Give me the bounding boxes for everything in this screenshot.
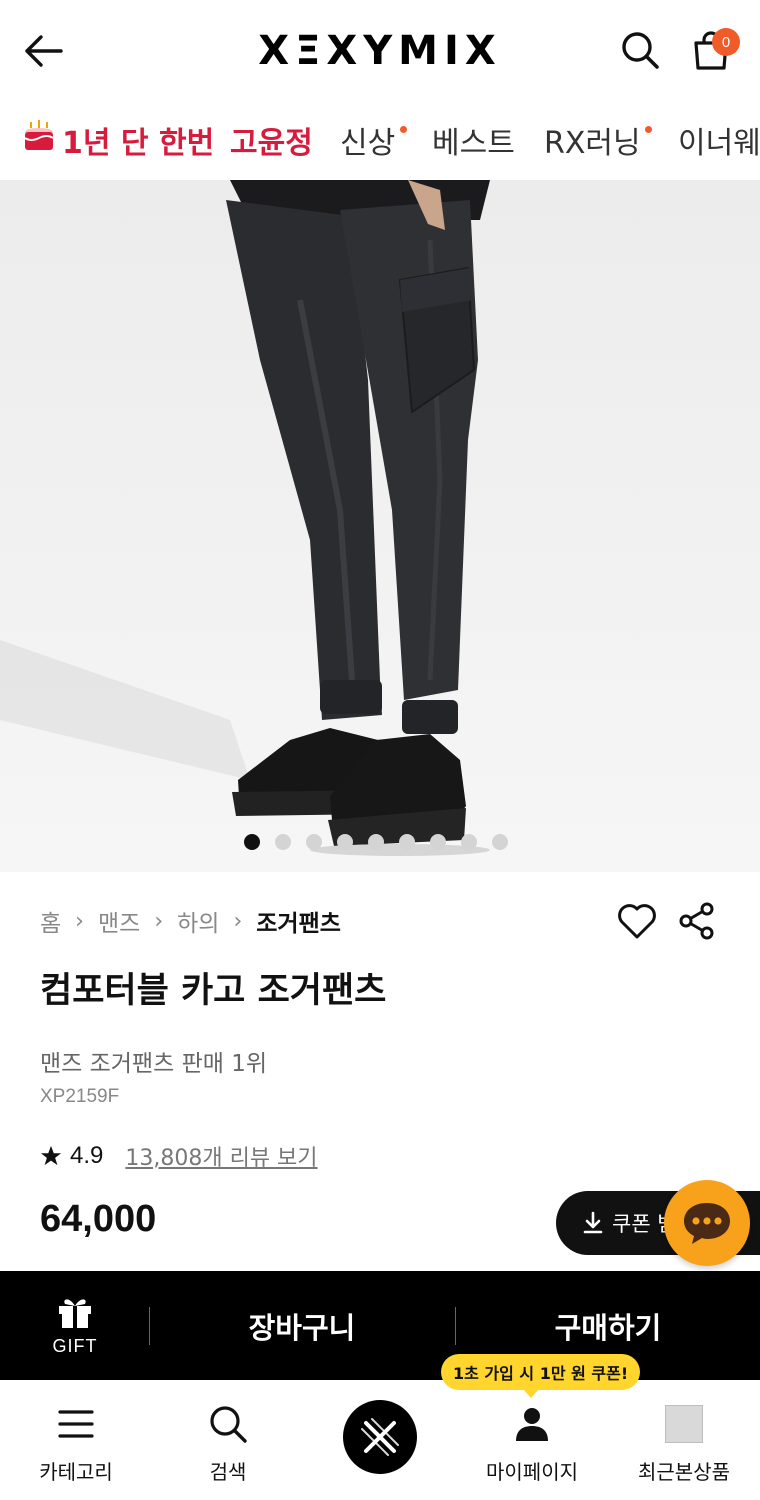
wishlist-button[interactable]: [616, 900, 658, 942]
rating-score: 4.9: [70, 1142, 104, 1169]
chevron-right-icon: ›: [154, 908, 164, 934]
chat-button[interactable]: [664, 1180, 750, 1266]
category-nav: 1년 단 한번 고윤정 신상 베스트 RX러닝 이너웨어: [0, 100, 760, 180]
tab-new[interactable]: 신상: [340, 118, 395, 162]
gallery-pagination: [244, 834, 508, 852]
home-logo-button[interactable]: [343, 1400, 417, 1474]
tab-best[interactable]: 베스트: [432, 118, 515, 162]
product-photo: [0, 180, 760, 872]
tab-anniversary[interactable]: 1년 단 한번: [62, 118, 214, 162]
xexymix-logo-icon: [361, 1418, 399, 1456]
gift-button[interactable]: GIFT: [20, 1271, 130, 1380]
new-dot: [645, 126, 652, 133]
new-dot: [400, 126, 407, 133]
tab-rx-running[interactable]: RX러닝: [544, 118, 641, 162]
share-button[interactable]: [676, 900, 718, 942]
product-price: 64,000: [40, 1198, 157, 1240]
nav-recent-label: 최근본상품: [638, 1460, 730, 1484]
reviews-link[interactable]: 13,808개 리뷰 보기: [125, 1140, 317, 1172]
breadcrumb-bottoms[interactable]: 하의: [177, 904, 219, 938]
person-icon: [516, 1408, 548, 1441]
gallery-dot[interactable]: [492, 834, 508, 850]
menu-icon: [58, 1410, 94, 1438]
cake-icon: [24, 120, 54, 150]
nav-search-label: 검색: [209, 1460, 247, 1484]
gift-label: GIFT: [52, 1336, 98, 1356]
chevron-right-icon: ›: [233, 908, 243, 934]
gallery-dot[interactable]: [337, 834, 353, 850]
recent-thumbnail-icon: [665, 1405, 703, 1443]
nav-search[interactable]: 검색: [152, 1380, 304, 1500]
nav-category-label: 카테고리: [39, 1460, 113, 1484]
product-title: 컴포터블 카고 조거팬츠: [40, 971, 387, 1011]
nav-mypage[interactable]: 마이페이지: [456, 1380, 608, 1500]
signup-promo-bubble[interactable]: 1초 가입 시 1만 원 쿠폰!: [441, 1354, 641, 1398]
top-header: XΞXYMIX 0: [0, 0, 760, 100]
product-code: XP2159F: [40, 1086, 120, 1107]
gallery-dot[interactable]: [275, 834, 291, 850]
heart-icon: [618, 904, 656, 939]
nav-category[interactable]: 카테고리: [0, 1380, 152, 1500]
add-to-cart-button[interactable]: 장바구니: [150, 1271, 454, 1380]
gallery-dot[interactable]: [399, 834, 415, 850]
search-icon: [622, 32, 659, 69]
gallery-dot[interactable]: [461, 834, 477, 850]
gallery-dot[interactable]: [430, 834, 446, 850]
gallery-dot[interactable]: [306, 834, 322, 850]
rating-row: 4.9 13,808개 리뷰 보기: [40, 1140, 318, 1172]
product-subtitle: 맨즈 조거팬츠 판매 1위: [40, 1051, 268, 1077]
purchase-bar: GIFT 장바구니 구매하기: [0, 1271, 760, 1380]
product-image[interactable]: [0, 180, 760, 872]
breadcrumb-mens[interactable]: 맨즈: [98, 904, 140, 938]
search-button[interactable]: [616, 26, 664, 74]
star-icon: [40, 1145, 62, 1166]
gift-icon: [59, 1299, 91, 1328]
chevron-right-icon: ›: [75, 908, 84, 934]
nav-mypage-label: 마이페이지: [486, 1460, 578, 1484]
chat-bubble-icon: [684, 1203, 730, 1244]
tab-goyunjung[interactable]: 고윤정: [230, 118, 313, 162]
cart-count-badge: 0: [712, 28, 740, 56]
nav-recent[interactable]: 최근본상품: [608, 1380, 760, 1500]
breadcrumb-joggers[interactable]: 조거팬츠: [256, 904, 341, 938]
tab-innerwear[interactable]: 이너웨어: [678, 118, 760, 162]
search-icon: [210, 1406, 247, 1443]
share-icon: [679, 902, 714, 940]
breadcrumb: 홈 › 맨즈 › 하의 › 조거팬츠: [40, 904, 341, 938]
breadcrumb-home[interactable]: 홈: [40, 904, 61, 938]
gallery-dot[interactable]: [368, 834, 384, 850]
gallery-dot[interactable]: [244, 834, 260, 850]
download-icon: [583, 1211, 603, 1234]
